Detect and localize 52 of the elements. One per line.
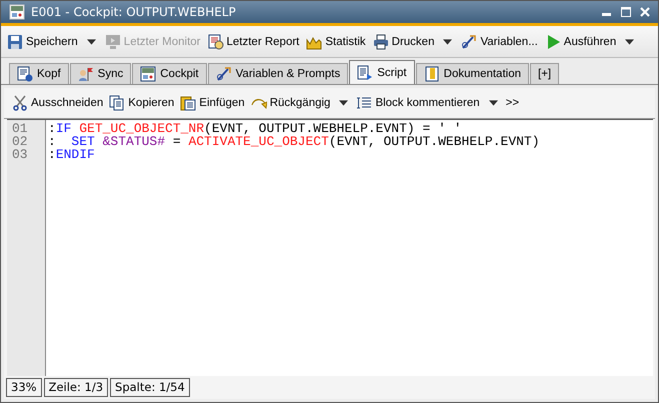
status-field: 33%: [6, 378, 42, 397]
toolbar-button[interactable]: Variablen...: [459, 32, 540, 52]
code-line: :ENDIF: [48, 148, 96, 161]
scissors-icon: [12, 95, 28, 111]
report-clock-icon: [208, 34, 224, 50]
status-field: Spalte: 1/54: [110, 378, 190, 397]
dropdown-arrow-icon[interactable]: [443, 38, 452, 44]
toolbar-button[interactable]: Statistik: [304, 32, 368, 52]
book-icon: [424, 66, 440, 82]
toolbar-button[interactable]: Block kommentieren: [354, 93, 502, 113]
line-number: 02: [12, 135, 29, 148]
dropdown-arrow-icon[interactable]: [488, 100, 498, 106]
toolbar-button[interactable]: Ausschneiden: [10, 93, 106, 113]
copy-icon: [109, 95, 126, 111]
tab[interactable]: Kopf: [9, 63, 69, 84]
tab[interactable]: Script: [349, 60, 415, 84]
tab[interactable]: Cockpit: [132, 63, 207, 84]
variables-icon: [461, 34, 478, 50]
code-editor[interactable]: 01 02 03 :IF GET_UC_OBJECT_NR(EVNT, OUTPUT.WEBHELP.EVNT) = ' ' : SET &STATUS# = ACTIVATE_UC_OBJECT(EVNT, OUTPUT.WEBHELP.EVNT) :ENDIF: [7, 119, 653, 376]
tab[interactable]: [+]: [530, 63, 560, 84]
code-line: :IF GET_UC_OBJECT_NR(EVNT, OUTPUT.WEBHELP.EVNT) = ' ': [48, 122, 462, 135]
toolbar-button[interactable]: Speichern: [5, 32, 100, 52]
tab[interactable]: Variablen & Prompts: [208, 63, 348, 84]
tab[interactable]: Dokumentation: [416, 63, 529, 84]
variables-icon: [216, 66, 232, 82]
toolbar-button[interactable]: Ausführen: [542, 32, 638, 52]
toolbar-button[interactable]: Drucken: [370, 32, 456, 52]
line-number: 03: [12, 148, 29, 161]
window-title: E001 - Cockpit: OUTPUT.WEBHELP: [31, 5, 237, 19]
dropdown-arrow-icon[interactable]: [339, 100, 348, 106]
monitor-icon: [104, 34, 121, 50]
dropdown-arrow-icon[interactable]: [625, 38, 634, 44]
figure-flag-icon: [78, 66, 94, 82]
status-field: Zeile: 1/3: [44, 378, 108, 397]
close-icon[interactable]: [640, 7, 650, 17]
toolbar-button[interactable]: Kopieren: [107, 93, 176, 113]
dropdown-arrow-icon[interactable]: [86, 38, 96, 44]
maximize-icon[interactable]: [621, 7, 631, 17]
code-line: : SET &STATUS# = ACTIVATE_UC_OBJECT(EVNT, OUTPUT.WEBHELP.EVNT): [48, 135, 540, 148]
window-icon: [140, 66, 156, 82]
toolbar-button[interactable]: Rückgängig: [248, 93, 352, 113]
window-icon: [9, 4, 25, 20]
script-icon: [357, 64, 374, 80]
toolbar-button[interactable]: Einfügen: [178, 93, 247, 113]
document-info-icon: [17, 66, 33, 82]
clipboard-icon: [180, 95, 196, 111]
printer-icon: [372, 34, 389, 50]
tab[interactable]: Sync: [70, 63, 132, 84]
line-number: 01: [12, 122, 29, 135]
text-lines-icon: [356, 95, 372, 111]
toolbar-button[interactable]: Letzter Report: [206, 32, 302, 52]
toolbar-button[interactable]: >>: [504, 95, 522, 111]
